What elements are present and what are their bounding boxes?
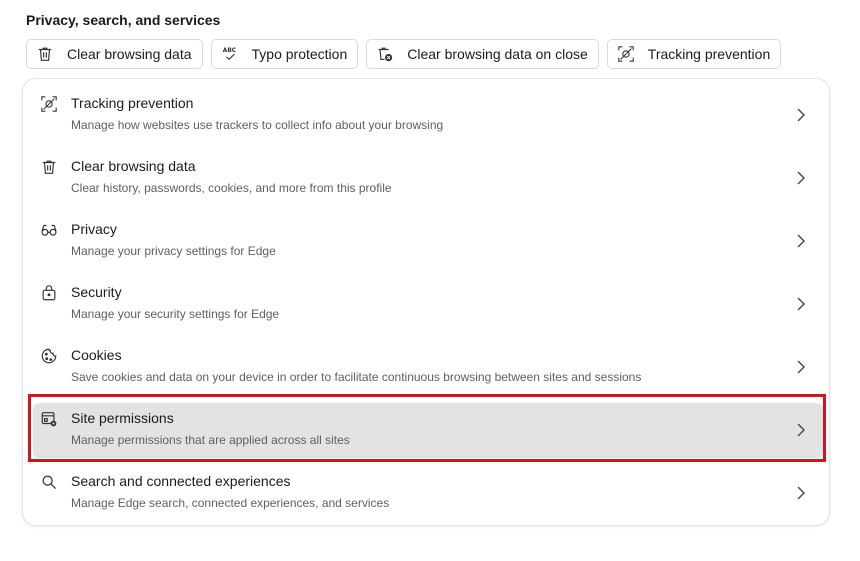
chevron-right-icon: [797, 297, 805, 311]
chevron-right-icon: [797, 234, 805, 248]
chip-label: Clear browsing data on close: [407, 46, 588, 62]
trash-icon: [35, 44, 55, 64]
chip-clear-browsing-data[interactable]: Clear browsing data: [26, 39, 203, 69]
row-description: Manage how websites use trackers to coll…: [71, 118, 444, 132]
row-description: Manage Edge search, connected experience…: [71, 496, 390, 510]
chip-tracking-prevention[interactable]: Tracking prevention: [606, 39, 782, 69]
chevron-right-icon: [797, 108, 805, 122]
chevron-right-icon: [797, 486, 805, 500]
glasses-icon: [39, 220, 59, 240]
chip-label: Clear browsing data: [67, 46, 192, 62]
cookie-icon: [39, 346, 59, 366]
row-security[interactable]: Security Manage your security settings f…: [33, 277, 823, 332]
chip-label: Tracking prevention: [647, 46, 771, 62]
quick-links-bar: Clear browsing data ABC Typo protection …: [26, 39, 782, 69]
lock-icon: [39, 283, 59, 303]
row-tracking-prevention[interactable]: Tracking prevention Manage how websites …: [33, 88, 823, 143]
search-icon: [39, 472, 59, 492]
trash-close-icon: [375, 44, 395, 64]
chip-label: Typo protection: [251, 46, 348, 62]
tracking-icon: [616, 44, 636, 64]
highlight-annotation-box: [28, 394, 826, 462]
row-description: Save cookies and data on your device in …: [71, 370, 642, 384]
row-clear-browsing-data[interactable]: Clear browsing data Clear history, passw…: [33, 151, 823, 206]
trash-icon: [39, 157, 59, 177]
row-description: Manage your security settings for Edge: [71, 307, 280, 321]
row-title: Security: [71, 284, 122, 300]
row-title: Clear browsing data: [71, 158, 196, 174]
row-title: Tracking prevention: [71, 95, 194, 111]
row-search-connected[interactable]: Search and connected experiences Manage …: [33, 466, 823, 521]
chevron-right-icon: [797, 360, 805, 374]
page-title: Privacy, search, and services: [26, 12, 221, 28]
svg-text:ABC: ABC: [222, 48, 235, 54]
row-cookies[interactable]: Cookies Save cookies and data on your de…: [33, 340, 823, 395]
row-description: Clear history, passwords, cookies, and m…: [71, 181, 392, 195]
row-description: Manage your privacy settings for Edge: [71, 244, 276, 258]
row-title: Search and connected experiences: [71, 473, 291, 489]
chevron-right-icon: [797, 171, 805, 185]
row-title: Privacy: [71, 221, 117, 237]
row-title: Cookies: [71, 347, 122, 363]
row-privacy[interactable]: Privacy Manage your privacy settings for…: [33, 214, 823, 269]
chip-clear-on-close[interactable]: Clear browsing data on close: [366, 39, 599, 69]
chip-typo-protection[interactable]: ABC Typo protection: [210, 39, 359, 69]
tracking-icon: [39, 94, 59, 114]
abc-check-icon: ABC: [220, 44, 240, 64]
